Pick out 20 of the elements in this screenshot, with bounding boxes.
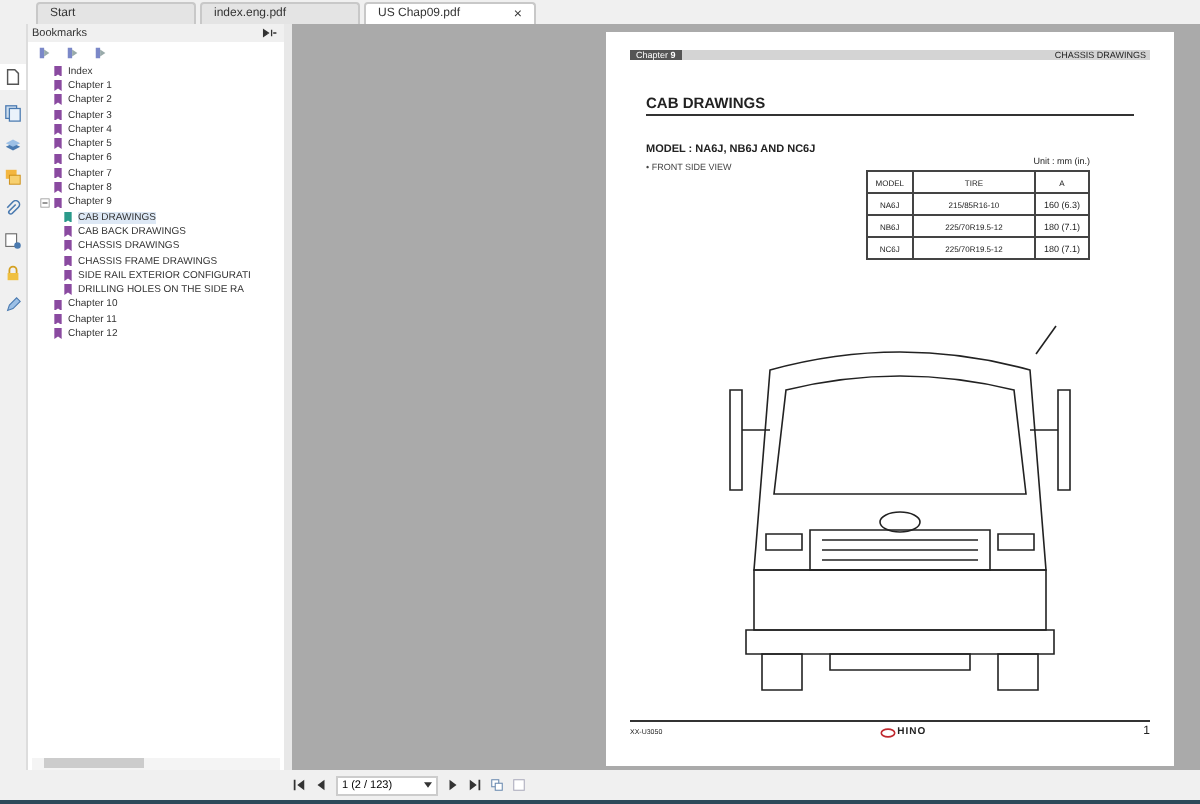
bookmark-tool-icon[interactable] <box>38 46 52 60</box>
layers-icon[interactable] <box>4 136 22 154</box>
collapse-icon[interactable] <box>40 197 50 208</box>
lock-icon[interactable] <box>4 264 22 282</box>
signature-icon[interactable] <box>4 232 22 250</box>
dropdown-caret-icon[interactable] <box>424 782 433 788</box>
page-icon[interactable] <box>0 64 26 90</box>
first-page-icon[interactable] <box>292 778 306 792</box>
paperclip-icon[interactable] <box>4 200 22 218</box>
next-page-icon[interactable] <box>446 778 461 792</box>
bookmark-tool-icon[interactable] <box>66 46 80 60</box>
bookmark-tool-icon[interactable] <box>94 46 108 60</box>
pen-icon[interactable] <box>4 296 22 314</box>
pages-icon[interactable] <box>4 104 22 122</box>
pin-icon[interactable] <box>262 28 278 38</box>
previous-page-icon[interactable] <box>314 778 328 792</box>
last-page-icon[interactable] <box>468 778 483 792</box>
logo-icon <box>879 727 896 737</box>
comment-icon[interactable] <box>4 168 22 186</box>
horizontal-scrollbar[interactable] <box>32 758 280 770</box>
